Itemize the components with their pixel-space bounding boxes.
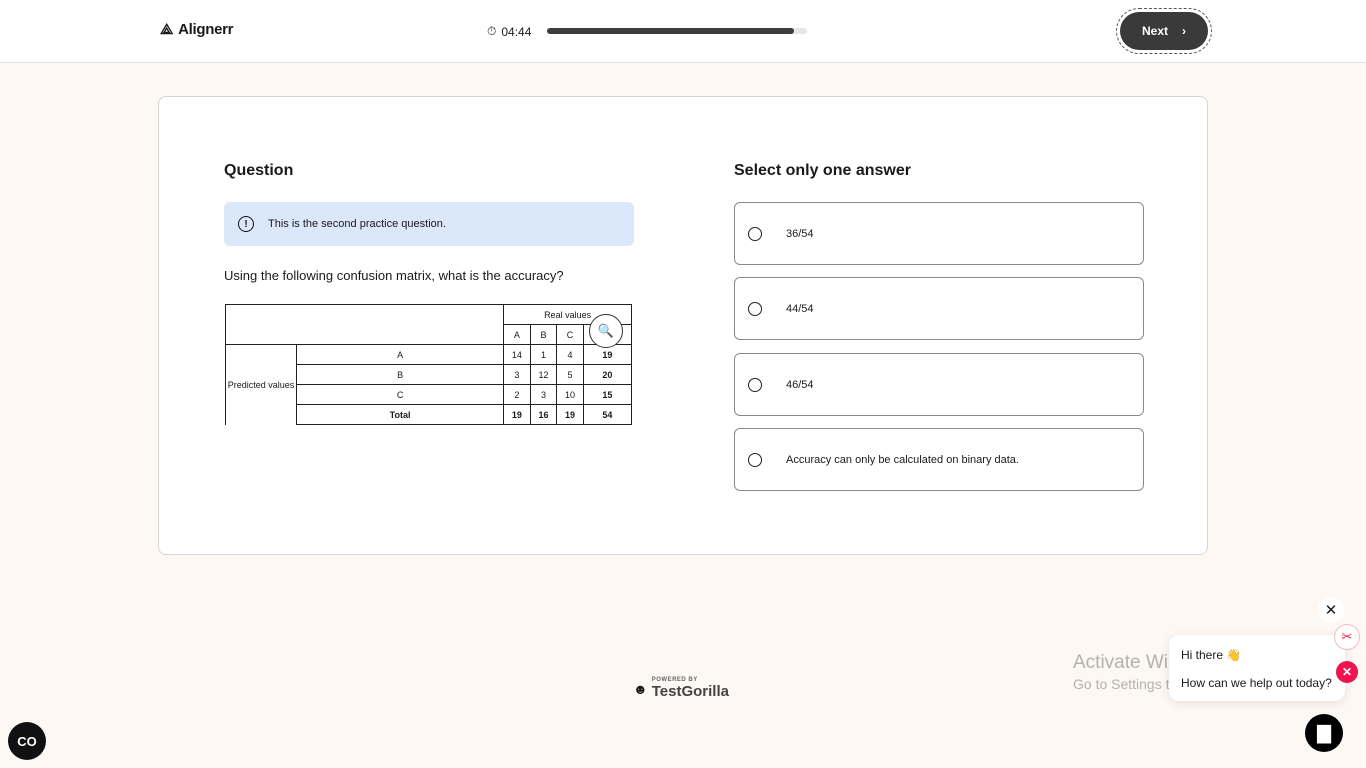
cell: 1: [529, 344, 558, 365]
radio-button[interactable]: [748, 452, 762, 467]
gorilla-icon: ☻: [633, 680, 648, 697]
powered-by: ☻ POWERED BY TestGorilla: [633, 677, 729, 700]
row-header: Total: [295, 404, 505, 425]
progress-bar: [547, 28, 807, 34]
collapse-icon[interactable]: ✕: [1336, 661, 1358, 683]
row-header: C: [295, 384, 505, 405]
question-heading: Question: [224, 162, 294, 179]
cell: 20: [582, 364, 633, 385]
chat-bubble-icon[interactable]: ▇: [1305, 714, 1343, 752]
info-banner: ! This is the second practice question.: [224, 202, 634, 246]
chat-message: How can we help out today?: [1181, 676, 1332, 690]
info-text: This is the second practice question.: [268, 218, 446, 230]
cell: 4: [556, 344, 584, 365]
radio-button[interactable]: [748, 377, 762, 392]
timer-value: 04:44: [501, 24, 532, 39]
col-header: A: [503, 324, 531, 345]
option-label: 44/54: [786, 302, 814, 315]
next-button[interactable]: Next ›: [1120, 12, 1208, 50]
confusion-matrix: Real values ABCTotal Predicted valuesA14…: [224, 304, 633, 425]
aligner-logo-icon: ⟁: [160, 21, 174, 38]
cell: 15: [582, 384, 633, 405]
cell: 19: [556, 404, 584, 425]
question-card: Question ! This is the second practice qu…: [158, 96, 1208, 555]
cell: 3: [503, 364, 531, 385]
testgorilla-brand: TestGorilla: [651, 683, 729, 700]
top-bar: ⟁ Alignerr ⏱ 04:44 Next ›: [0, 0, 1366, 63]
chevron-right-icon: ›: [1182, 24, 1186, 38]
exclamation-icon: !: [238, 216, 254, 232]
cell: 5: [556, 364, 584, 385]
answers-heading: Select only one answer: [734, 162, 911, 179]
answer-option[interactable]: Accuracy can only be calculated on binar…: [734, 428, 1144, 491]
brand-name: Alignerr: [178, 21, 234, 38]
option-label: 36/54: [786, 227, 814, 240]
cell: 10: [556, 384, 584, 405]
chat-popup[interactable]: Hi there 👋 How can we help out today?: [1169, 635, 1345, 701]
answer-option[interactable]: 44/54: [734, 277, 1144, 340]
cell: 54: [582, 404, 633, 425]
cell: 14: [503, 344, 531, 365]
cell: 16: [529, 404, 558, 425]
answer-option[interactable]: 36/54: [734, 202, 1144, 265]
col-header: B: [529, 324, 558, 345]
row-header: B: [295, 364, 505, 385]
cell: 19: [503, 404, 531, 425]
option-label: 46/54: [786, 378, 814, 391]
predicted-values-header: Predicted values: [225, 344, 297, 425]
answer-option[interactable]: 46/54: [734, 353, 1144, 416]
brand-logo: ⟁ Alignerr: [160, 21, 234, 38]
cell: 3: [529, 384, 558, 405]
question-prompt: Using the following confusion matrix, wh…: [224, 268, 564, 283]
radio-button[interactable]: [748, 301, 762, 316]
chat-greeting: Hi there 👋: [1181, 648, 1242, 662]
stopwatch-icon: ⏱: [487, 24, 497, 38]
close-chat-icon[interactable]: ✕: [1318, 597, 1344, 623]
next-label: Next: [1141, 24, 1168, 38]
cell: 12: [529, 364, 558, 385]
radio-button[interactable]: [748, 226, 762, 241]
timer: ⏱ 04:44: [487, 24, 531, 39]
zoom-in-icon[interactable]: 🔍: [589, 314, 623, 348]
scissors-icon[interactable]: ✂: [1334, 624, 1360, 650]
progress-fill: [547, 28, 794, 34]
row-header: A: [295, 344, 505, 365]
cell: 2: [503, 384, 531, 405]
accessibility-cc-icon[interactable]: CO: [8, 722, 46, 760]
option-label: Accuracy can only be calculated on binar…: [786, 453, 1019, 466]
col-header: C: [556, 324, 584, 345]
